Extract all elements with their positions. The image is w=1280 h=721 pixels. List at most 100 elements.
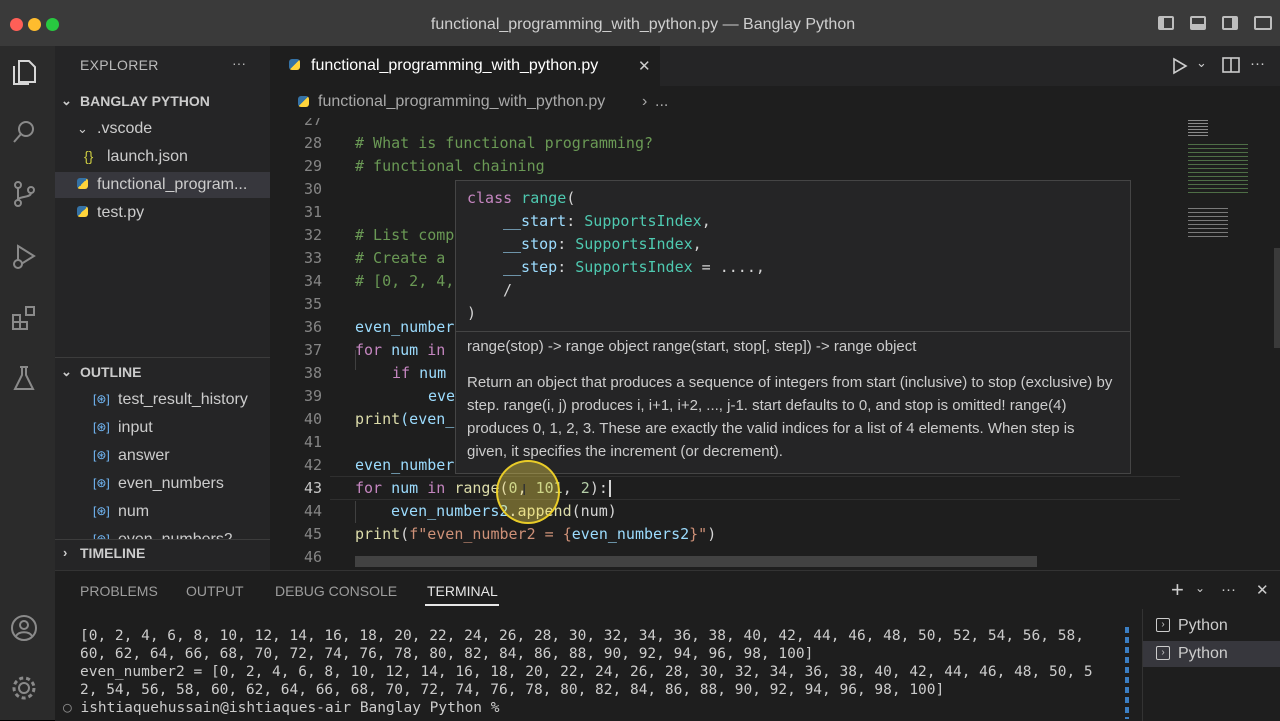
vertical-scrollbar[interactable] — [1274, 248, 1280, 348]
terminal-prompt[interactable]: ○ ishtiaquehussain@ishtiaques-air Bangla… — [63, 700, 500, 716]
code-line-36: even_number — [355, 318, 455, 336]
hover-slash: / — [503, 281, 513, 299]
chevron-down-icon: ⌄ — [61, 93, 72, 108]
hover-param-start: __start: SupportsIndex, — [503, 212, 711, 230]
code-line-40: print(even_ — [355, 410, 455, 428]
file-item-functional-programming[interactable]: functional_program... — [55, 172, 270, 198]
tab-terminal[interactable]: TERMINAL — [427, 583, 498, 599]
folder-item-vscode[interactable]: ⌄ .vscode — [55, 116, 270, 142]
section-divider — [55, 357, 270, 358]
terminal-line: even_number2 = [0, 2, 4, 6, 8, 10, 12, 1… — [80, 664, 1093, 680]
breadcrumb-file[interactable]: functional_programming_with_python.py — [318, 93, 605, 111]
code-line-37: for num in — [355, 341, 446, 359]
testing-flask-icon[interactable] — [10, 364, 38, 392]
outline-item[interactable]: [⊛] num — [55, 499, 270, 525]
close-icon[interactable]: ✕ — [638, 57, 651, 75]
explorer-more-actions[interactable]: ··· — [232, 55, 246, 71]
tab-debug-console[interactable]: DEBUG CONSOLE — [275, 583, 397, 599]
search-icon[interactable] — [10, 118, 38, 146]
chevron-right-icon: › — [63, 545, 68, 560]
explorer-sidebar: EXPLORER ··· ⌄ BANGLAY PYTHON ⌄ .vscode … — [55, 46, 270, 570]
code-line-39: eve — [428, 387, 456, 405]
run-debug-icon[interactable] — [10, 242, 38, 270]
line-number: 30 — [303, 180, 322, 198]
line-number: 43 — [303, 479, 322, 497]
account-icon[interactable] — [10, 614, 38, 642]
line-number: 29 — [303, 157, 322, 175]
split-editor-icon[interactable] — [1222, 57, 1240, 73]
source-control-icon[interactable] — [10, 180, 38, 208]
timeline-header[interactable]: › TIMELINE — [55, 540, 270, 566]
line-number: 39 — [303, 387, 322, 405]
variable-icon: [⊛] — [93, 504, 110, 518]
outline-item[interactable]: [⊛] even_numbers — [55, 471, 270, 497]
indent-guide — [355, 350, 356, 370]
toggle-panel-icon[interactable] — [1190, 16, 1206, 30]
chevron-down-icon[interactable]: ⌄ — [1195, 581, 1205, 595]
line-number: 44 — [303, 502, 322, 520]
hover-param-stop: __stop: SupportsIndex, — [503, 235, 702, 253]
line-number: 28 — [303, 134, 322, 152]
code-line-28: # What is functional programming? — [355, 134, 654, 152]
settings-gear-icon[interactable] — [10, 674, 38, 702]
line-number: 45 — [303, 525, 322, 543]
python-icon — [298, 96, 309, 107]
code-line-34: # [0, 2, 4, — [355, 272, 455, 290]
close-panel-icon[interactable]: ✕ — [1256, 581, 1269, 599]
horizontal-scrollbar[interactable] — [355, 556, 1037, 567]
files-icon[interactable] — [10, 58, 38, 86]
file-item-test-py[interactable]: test.py — [55, 200, 270, 226]
terminal-icon: › — [1156, 646, 1170, 660]
terminal-instance-python[interactable]: › Python — [1143, 613, 1280, 639]
line-number: 42 — [303, 456, 322, 474]
code-line-43: for num in range(0, 101, 2): — [355, 479, 611, 497]
more-actions-icon[interactable]: ··· — [1250, 55, 1265, 72]
line-number: 27 — [303, 118, 322, 129]
outline-item[interactable]: [⊛] input — [55, 415, 270, 441]
mouse-cursor-highlight: I — [496, 460, 560, 524]
terminal-line: [0, 2, 4, 6, 8, 10, 12, 14, 16, 18, 20, … — [80, 628, 1084, 644]
chevron-down-icon[interactable]: ⌄ — [1196, 55, 1207, 71]
terminal-scrollbar[interactable] — [1125, 627, 1129, 719]
outline-item[interactable]: [⊛] answer — [55, 443, 270, 469]
json-braces-icon: {} — [84, 148, 94, 164]
python-icon — [77, 178, 88, 189]
tab-problems[interactable]: PROBLEMS — [80, 583, 158, 599]
toggle-secondary-sidebar-icon[interactable] — [1222, 16, 1238, 30]
indent-guide — [355, 501, 356, 523]
outline-item[interactable]: [⊛] test_result_history — [55, 387, 270, 413]
outline-item[interactable]: [⊛] even_numbers2 — [55, 527, 270, 539]
project-folder-header[interactable]: ⌄ BANGLAY PYTHON — [55, 88, 270, 114]
extensions-icon[interactable] — [10, 304, 38, 332]
tab-output[interactable]: OUTPUT — [186, 583, 244, 599]
text-cursor — [608, 480, 611, 497]
python-icon — [77, 206, 88, 217]
new-terminal-icon[interactable]: + — [1171, 577, 1184, 603]
minimap[interactable] — [1180, 118, 1270, 570]
code-line-42: even_number — [355, 456, 455, 474]
variable-icon: [⊛] — [93, 392, 110, 406]
more-actions-icon[interactable]: ··· — [1221, 581, 1236, 598]
code-line-45: print(f"even_number2 = {even_numbers2}") — [355, 525, 717, 543]
activity-bar — [0, 46, 55, 720]
variable-icon: [⊛] — [93, 532, 110, 539]
hover-doc-signature: range(stop) -> range object range(start,… — [467, 338, 917, 355]
line-number: 40 — [303, 410, 322, 428]
customize-layout-icon[interactable] — [1254, 16, 1272, 30]
terminal-line: 60, 62, 64, 66, 68, 70, 72, 74, 76, 78, … — [80, 646, 814, 662]
breadcrumb-symbol[interactable]: ... — [655, 93, 668, 111]
tab-functional-programming[interactable]: functional_programming_with_python.py ✕ — [270, 46, 660, 86]
terminal-instance-python[interactable]: › Python — [1143, 641, 1280, 667]
run-file-icon[interactable] — [1172, 57, 1188, 75]
toggle-sidebar-icon[interactable] — [1158, 16, 1174, 30]
outline-header[interactable]: ⌄ OUTLINE — [55, 359, 270, 385]
title-bar: functional_programming_with_python.py — … — [0, 0, 1280, 50]
terminal-icon: › — [1156, 618, 1170, 632]
code-line-29: # functional chaining — [355, 157, 545, 175]
line-number: 35 — [303, 295, 322, 313]
active-tab-indicator — [425, 604, 499, 606]
line-number: 46 — [303, 548, 322, 566]
file-item-launch-json[interactable]: {} launch.json — [55, 144, 270, 170]
terminal-line: 2, 54, 56, 58, 60, 62, 64, 66, 68, 70, 7… — [80, 682, 945, 698]
line-number: 33 — [303, 249, 322, 267]
